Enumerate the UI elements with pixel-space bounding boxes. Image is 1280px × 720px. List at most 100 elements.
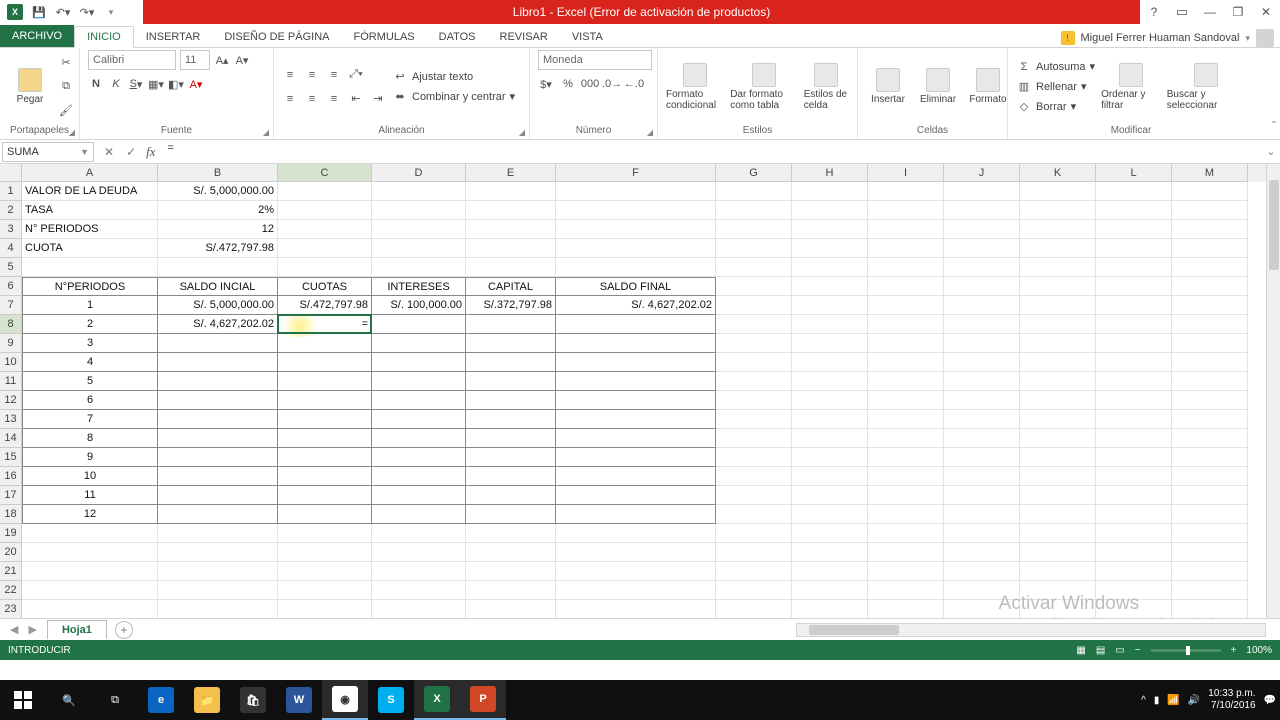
- view-pagebreak-icon[interactable]: ▭: [1115, 645, 1124, 656]
- cell[interactable]: [556, 448, 716, 467]
- cell[interactable]: [278, 391, 372, 410]
- cell[interactable]: [278, 581, 372, 600]
- autosuma-button[interactable]: ΣAutosuma▾: [1016, 59, 1095, 75]
- zoom-level[interactable]: 100%: [1246, 645, 1272, 656]
- skype-icon[interactable]: S: [368, 680, 414, 720]
- cell[interactable]: [716, 562, 792, 581]
- cell[interactable]: [1172, 562, 1248, 581]
- cell[interactable]: [944, 258, 1020, 277]
- cell[interactable]: [556, 486, 716, 505]
- cell[interactable]: [466, 182, 556, 201]
- cell[interactable]: [278, 543, 372, 562]
- indent-decrease-icon[interactable]: ⇤: [348, 91, 364, 107]
- cell[interactable]: [1172, 372, 1248, 391]
- cell[interactable]: [1096, 277, 1172, 296]
- cell[interactable]: [1020, 410, 1096, 429]
- cancel-formula-icon[interactable]: ✕: [104, 145, 114, 159]
- cell[interactable]: [556, 372, 716, 391]
- volume-icon[interactable]: 🔊: [1188, 695, 1200, 706]
- cell[interactable]: [158, 353, 278, 372]
- cell[interactable]: [1020, 600, 1096, 618]
- system-tray[interactable]: ^ ▮ 📶 🔊 10:33 p.m.7/10/2016 💬: [1141, 688, 1280, 712]
- col-header[interactable]: E: [466, 164, 556, 182]
- cell[interactable]: [1020, 448, 1096, 467]
- row-header[interactable]: 10: [0, 353, 22, 372]
- col-header[interactable]: K: [1020, 164, 1096, 182]
- col-header[interactable]: J: [944, 164, 1020, 182]
- cell[interactable]: [1020, 486, 1096, 505]
- cell[interactable]: [466, 448, 556, 467]
- cell[interactable]: [466, 220, 556, 239]
- cell[interactable]: [868, 524, 944, 543]
- launcher-icon[interactable]: ◢: [647, 128, 653, 137]
- search-icon[interactable]: 🔍: [46, 680, 92, 720]
- cell[interactable]: [1020, 372, 1096, 391]
- cell[interactable]: [944, 600, 1020, 618]
- row-header[interactable]: 13: [0, 410, 22, 429]
- zoom-out-icon[interactable]: −: [1135, 645, 1141, 656]
- cell[interactable]: [1096, 524, 1172, 543]
- cell[interactable]: [868, 543, 944, 562]
- cell[interactable]: [278, 524, 372, 543]
- pegar-button[interactable]: Pegar: [8, 68, 52, 105]
- cell[interactable]: [944, 448, 1020, 467]
- cell[interactable]: [278, 239, 372, 258]
- cell[interactable]: [466, 334, 556, 353]
- cell[interactable]: [792, 182, 868, 201]
- cell[interactable]: [868, 410, 944, 429]
- cell[interactable]: 2: [22, 315, 158, 334]
- sheet-tab-hoja1[interactable]: Hoja1: [47, 620, 107, 639]
- chrome-icon[interactable]: ◉: [322, 680, 368, 720]
- align-bottom-icon[interactable]: ≡: [326, 67, 342, 83]
- tab-vista[interactable]: VISTA: [560, 27, 615, 47]
- sheet-nav-prev-icon[interactable]: ◀: [10, 623, 18, 636]
- cell[interactable]: CUOTAS: [278, 277, 372, 296]
- cell[interactable]: [372, 239, 466, 258]
- cell[interactable]: [22, 562, 158, 581]
- cell[interactable]: [792, 372, 868, 391]
- cell[interactable]: [1172, 296, 1248, 315]
- cell[interactable]: [158, 258, 278, 277]
- cell[interactable]: [158, 562, 278, 581]
- cell[interactable]: [1020, 296, 1096, 315]
- account-name[interactable]: Miguel Ferrer Huaman Sandoval: [1081, 32, 1240, 44]
- word-icon[interactable]: W: [276, 680, 322, 720]
- row-header[interactable]: 20: [0, 543, 22, 562]
- number-format-select[interactable]: [538, 50, 652, 70]
- cell[interactable]: [716, 600, 792, 618]
- cell[interactable]: [372, 353, 466, 372]
- col-header[interactable]: F: [556, 164, 716, 182]
- explorer-icon[interactable]: 📁: [184, 680, 230, 720]
- cut-icon[interactable]: ✂: [58, 55, 74, 71]
- cell[interactable]: [22, 258, 158, 277]
- cell[interactable]: S/.372,797.98: [466, 296, 556, 315]
- cell[interactable]: 10: [22, 467, 158, 486]
- align-left-icon[interactable]: ≡: [282, 91, 298, 107]
- cell[interactable]: [1096, 410, 1172, 429]
- cell[interactable]: [792, 220, 868, 239]
- cell[interactable]: [1172, 334, 1248, 353]
- row-header[interactable]: 2: [0, 201, 22, 220]
- font-size-input[interactable]: [180, 50, 210, 70]
- cell[interactable]: [1020, 543, 1096, 562]
- cell[interactable]: [278, 258, 372, 277]
- estilos-celda-button[interactable]: Estilos de celda: [804, 63, 849, 111]
- edge-icon[interactable]: e: [138, 680, 184, 720]
- cell[interactable]: [1172, 543, 1248, 562]
- cell[interactable]: [1020, 353, 1096, 372]
- cell[interactable]: [466, 429, 556, 448]
- cell[interactable]: [792, 524, 868, 543]
- cell[interactable]: 9: [22, 448, 158, 467]
- cell[interactable]: [466, 524, 556, 543]
- buscar-seleccionar-button[interactable]: Buscar y seleccionar: [1167, 63, 1246, 111]
- cell[interactable]: [1172, 353, 1248, 372]
- cell[interactable]: [868, 258, 944, 277]
- cell[interactable]: [1020, 581, 1096, 600]
- cell[interactable]: [466, 486, 556, 505]
- undo-icon[interactable]: ↶▾: [52, 2, 74, 22]
- cell[interactable]: [1096, 505, 1172, 524]
- formato-button[interactable]: Formato: [966, 68, 1010, 105]
- cell[interactable]: [1096, 372, 1172, 391]
- cell[interactable]: [792, 600, 868, 618]
- cell[interactable]: [716, 429, 792, 448]
